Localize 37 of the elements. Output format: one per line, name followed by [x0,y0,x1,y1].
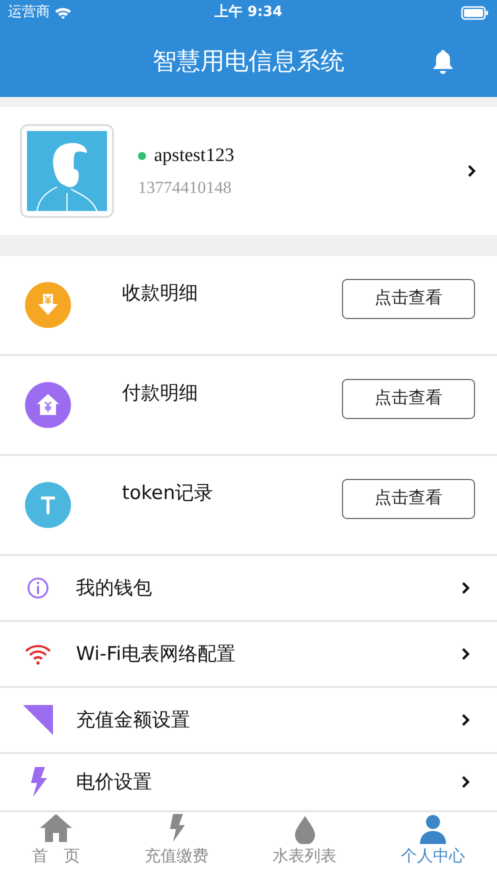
chevron-right-icon [467,164,477,178]
app-title: 智慧用电信息系统 [152,46,344,77]
letter-t-icon [24,481,72,529]
tab-item[interactable]: 个人中心 [368,812,497,883]
view-button[interactable]: 点击查看 [342,379,475,419]
menu-item[interactable]: 充值金额设置 [0,688,497,754]
phone-number: 13774410148 [138,176,232,198]
chevron-right-icon [461,647,471,661]
wifi-icon [24,643,52,665]
chevron-right-icon [461,775,471,789]
menu-label: 我的钱包 [76,576,153,601]
lightning-icon [29,767,47,797]
info-icon [27,577,49,599]
download-icon [24,281,72,329]
menu-item[interactable]: 我的钱包 [0,556,497,622]
menu-item[interactable]: 电价设置 [0,754,497,810]
menu-label: Wi-Fi电表网络配置 [76,642,236,667]
menu-label: 电价设置 [76,770,153,795]
house-icon [24,381,72,429]
menu-label: 充值金额设置 [76,708,191,733]
view-button[interactable]: 点击查看 [342,279,475,319]
view-button[interactable]: 点击查看 [342,479,475,519]
carrier-label: 运营商 [8,3,50,22]
record-label: token记录 [122,480,214,506]
battery-icon [461,6,489,20]
chevron-right-icon [461,713,471,727]
menu-item[interactable]: Wi-Fi电表网络配置 [0,622,497,688]
status-time: 上午 9:34 [214,3,282,22]
record-label: 收款明细 [122,280,199,306]
wifi-icon [54,6,72,19]
profile-card[interactable]: apstest123 13774410148 [0,107,497,235]
home-icon [38,812,74,844]
bell-icon[interactable] [431,49,455,75]
triangle-icon [23,705,53,735]
chevron-right-icon [461,581,471,595]
record-label: 付款明细 [122,380,199,406]
username: apstest123 [154,144,234,168]
